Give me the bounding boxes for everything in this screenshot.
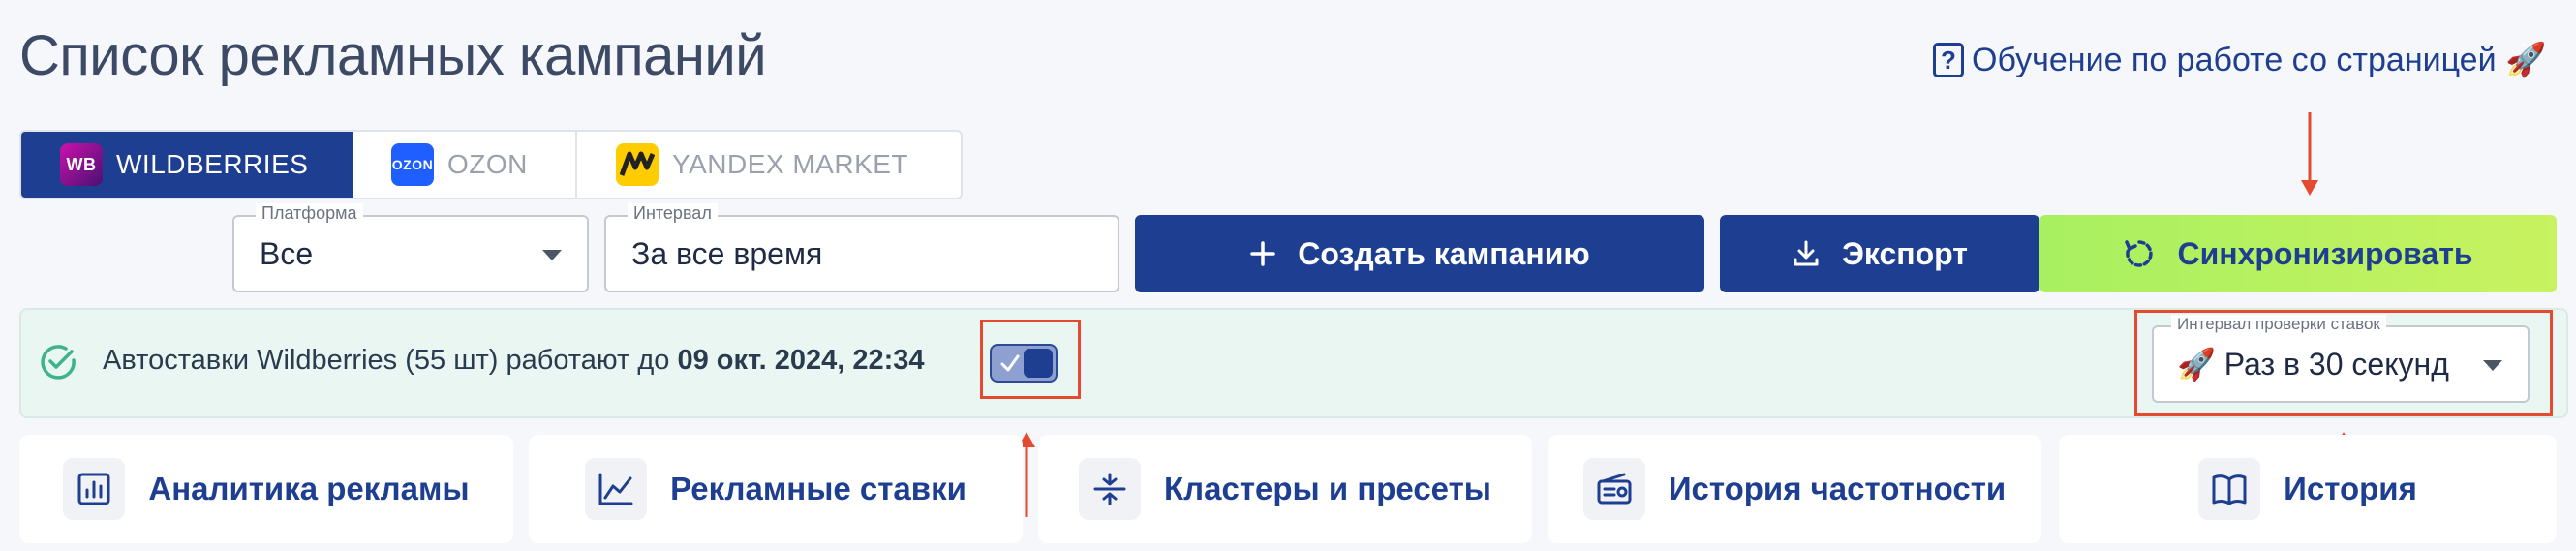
annotation-box-toggle <box>980 320 1081 399</box>
export-label: Экспорт <box>1842 235 1968 271</box>
radio-icon <box>1582 458 1645 520</box>
help-link[interactable]: ? Обучение по работе со страницей 🚀 <box>1933 39 2546 81</box>
wildberries-logo-icon: WB <box>60 143 103 186</box>
tab-ozon[interactable]: OZON OZON <box>353 132 577 198</box>
autobids-until-date: 09 окт. 2024, 22:34 <box>677 345 925 376</box>
interval-field[interactable]: Интервал За все время <box>604 203 1119 292</box>
card-history[interactable]: История <box>2059 435 2557 543</box>
chevron-down-icon <box>542 250 562 260</box>
create-campaign-button[interactable]: Создать кампанию <box>1135 215 1704 292</box>
book-icon <box>2198 458 2261 520</box>
card-frequency-history[interactable]: История частотности <box>1548 435 2041 543</box>
check-circle-icon <box>37 341 79 388</box>
sync-label: Синхронизировать <box>2177 235 2473 271</box>
interval-value: За все время <box>631 235 823 271</box>
card-clusters-presets[interactable]: Кластеры и пресеты <box>1038 435 1532 543</box>
platform-value: Все <box>260 235 314 271</box>
tab-wildberries[interactable]: WB WILDBERRIES <box>21 132 353 198</box>
autobids-status-text: Автоставки Wildberries (55 шт) работают … <box>103 345 925 376</box>
card-label: История <box>2284 471 2417 506</box>
platform-select[interactable]: Платформа Все <box>232 203 589 292</box>
help-link-label: Обучение по работе со страницей 🚀 <box>1972 42 2547 78</box>
card-ad-analytics[interactable]: Аналитика рекламы <box>19 435 513 543</box>
annotation-arrow-down-icon <box>2297 112 2322 204</box>
line-chart-icon <box>585 458 648 520</box>
annotation-box-interval <box>2134 310 2553 416</box>
tab-label: YANDEX MARKET <box>672 149 909 179</box>
sync-button[interactable]: Синхронизировать <box>2039 215 2557 292</box>
create-campaign-label: Создать кампанию <box>1298 235 1590 271</box>
sync-icon <box>2123 237 2156 270</box>
yandex-market-logo-icon <box>616 143 659 186</box>
page-title: Список рекламных кампаний <box>19 24 767 87</box>
question-icon: ? <box>1933 43 1964 77</box>
ozon-logo-icon: OZON <box>391 143 434 186</box>
card-ad-bids[interactable]: Рекламные ставки <box>529 435 1023 543</box>
plus-icon <box>1249 240 1276 267</box>
download-icon <box>1792 239 1821 268</box>
marketplace-tabs: WB WILDBERRIES OZON OZON YANDEX MARKET <box>19 130 963 199</box>
card-label: Кластеры и пресеты <box>1164 471 1491 506</box>
tab-label: WILDBERRIES <box>116 149 309 179</box>
card-label: История частотности <box>1668 471 2007 506</box>
export-button[interactable]: Экспорт <box>1720 215 2039 292</box>
clusters-icon <box>1079 458 1142 520</box>
analytics-icon <box>63 458 126 520</box>
card-label: Аналитика рекламы <box>148 471 470 506</box>
card-label: Рекламные ставки <box>670 471 966 506</box>
tab-label: OZON <box>447 149 528 179</box>
tab-yandex-market[interactable]: YANDEX MARKET <box>577 132 961 198</box>
